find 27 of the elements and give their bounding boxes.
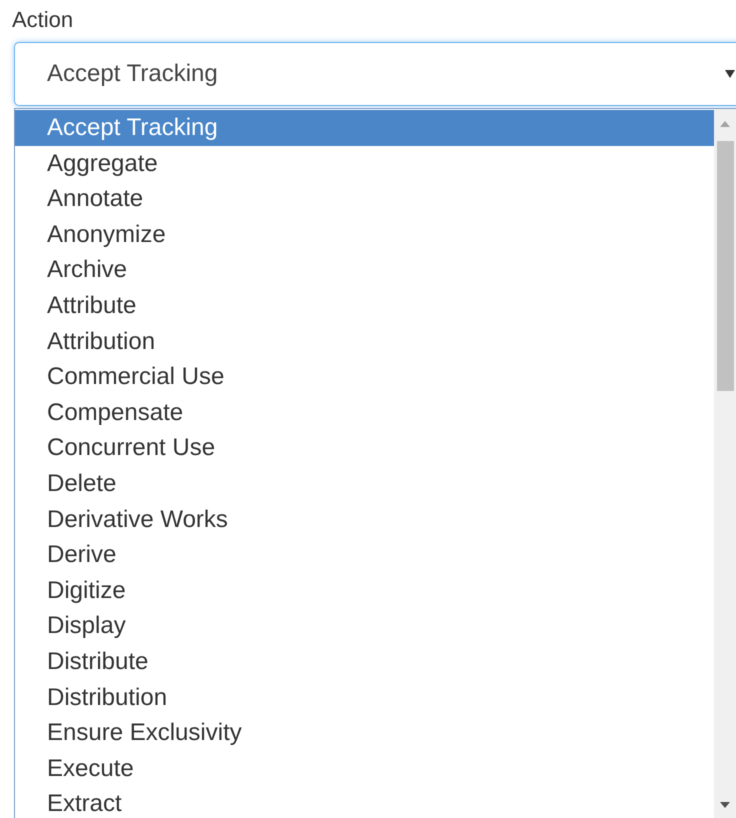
dropdown-option[interactable]: Derivative Works xyxy=(15,502,714,538)
dropdown-option[interactable]: Attribution xyxy=(15,324,714,360)
dropdown-option[interactable]: Derive xyxy=(15,537,714,573)
dropdown-option[interactable]: Distribute xyxy=(15,644,714,680)
dropdown-option[interactable]: Concurrent Use xyxy=(15,430,714,466)
dropdown-option[interactable]: Aggregate xyxy=(15,146,714,182)
dropdown-option[interactable]: Compensate xyxy=(15,394,714,430)
dropdown-option[interactable]: Distribution xyxy=(15,680,714,716)
scroll-up-icon[interactable] xyxy=(720,121,730,127)
field-label: Action xyxy=(12,6,74,34)
dropdown-option[interactable]: Archive xyxy=(15,252,714,288)
caret-icon xyxy=(725,70,735,78)
scroll-down-icon[interactable] xyxy=(720,802,730,808)
dropdown-option[interactable]: Extract xyxy=(15,786,714,818)
select-field[interactable]: Accept Tracking xyxy=(14,42,736,106)
scrollbar-thumb[interactable] xyxy=(716,141,734,391)
dropdown-option[interactable]: Annotate xyxy=(15,181,714,217)
dropdown-option[interactable]: Execute xyxy=(15,750,714,786)
dropdown-option[interactable]: Accept Tracking xyxy=(15,110,714,146)
dropdown-option[interactable]: Display xyxy=(15,608,714,644)
dropdown-option[interactable]: Delete xyxy=(15,466,714,502)
dropdown-option[interactable]: Digitize xyxy=(15,572,714,608)
dropdown-option[interactable]: Anonymize xyxy=(15,216,714,252)
scrollbar[interactable] xyxy=(714,109,736,818)
dropdown-option[interactable]: Attribute xyxy=(15,288,714,324)
dropdown-option[interactable]: Ensure Exclusivity xyxy=(15,715,714,751)
dropdown-option[interactable]: Commercial Use xyxy=(15,359,714,395)
